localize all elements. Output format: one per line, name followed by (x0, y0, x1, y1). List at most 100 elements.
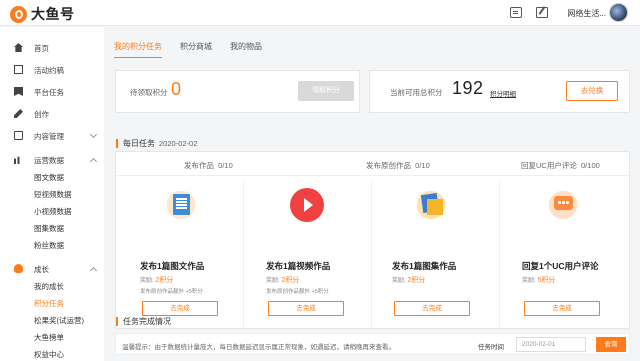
total-points-card: 当前可用总积分 192 积分明细 去兑换 (369, 70, 630, 113)
sidebar-item-rankings[interactable]: 大鱼榜单 (0, 329, 104, 345)
daily-tasks-title: 每日任务 (123, 139, 155, 148)
task-card: 发布1篇图文作品 奖励: 2积分 发布原创作品额外 +5积分 去完成 (116, 180, 244, 328)
sidebar-item-pinecone-award[interactable]: 松果奖(试运营) (0, 312, 104, 328)
home-icon (14, 43, 23, 52)
top-bar: 大鱼号 网络生活... (0, 0, 640, 26)
complete-task-button[interactable]: 去完成 (524, 301, 600, 316)
sidebar-item-points-tasks[interactable]: 积分任务 (0, 295, 104, 311)
claim-points-button[interactable]: 领取积分 (298, 81, 354, 101)
task-title: 发布1篇图集作品 (392, 261, 457, 271)
redeem-button[interactable]: 去兑换 (566, 81, 618, 101)
sidebar: 首页 活动约稿 平台任务 创作 内容管理 运营数据 图文数据 短视频数据 小视频… (0, 27, 104, 361)
sidebar-item-data[interactable]: 运营数据 (0, 152, 104, 168)
completion-heading: 任务完成情况 (116, 316, 171, 327)
sidebar-item-benefits[interactable]: 权益中心 (0, 346, 104, 361)
daily-tasks-heading: 每日任务 2020-02-02 (116, 138, 197, 149)
category-progress: 0/100 (581, 161, 600, 170)
logo[interactable]: 大鱼号 (10, 4, 75, 24)
task-category-row: 发布作品 0/10 发布原创作品 0/10 回复UC用户评论 0/100 (116, 152, 631, 176)
sidebar-item-activity[interactable]: 活动约稿 (0, 62, 104, 78)
fish-logo-icon (10, 5, 27, 23)
sidebar-item-label: 小视频数据 (34, 206, 72, 216)
reward-amount: 5积分 (537, 277, 556, 284)
article-icon (164, 188, 198, 222)
task-reward: 奖励: 5积分 (522, 275, 555, 285)
sidebar-item-article-data[interactable]: 图文数据 (0, 169, 104, 185)
avatar[interactable] (609, 3, 628, 22)
sidebar-item-mini-video-data[interactable]: 小视频数据 (0, 203, 104, 219)
sidebar-item-gallery-data[interactable]: 图集数据 (0, 220, 104, 236)
sidebar-item-fans-data[interactable]: 粉丝数据 (0, 237, 104, 253)
video-play-icon (290, 188, 324, 222)
task-card: 发布1篇视频作品 奖励: 2积分 发布原创作品额外 +5积分 去完成 (244, 180, 372, 328)
task-reward: 奖励: 2积分 (266, 275, 299, 285)
total-points-value: 192 (452, 78, 484, 98)
points-detail-link[interactable]: 积分明细 (490, 88, 516, 98)
category-name: 发布作品 (184, 161, 214, 170)
reward-prefix: 奖励: (140, 278, 154, 284)
category-name: 发布原创作品 (366, 161, 411, 170)
tab-my-points-tasks[interactable]: 我的积分任务 (114, 41, 162, 58)
task-extra: 发布原创作品额外 +5积分 (266, 289, 329, 295)
sidebar-item-label: 短视频数据 (34, 189, 72, 199)
sidebar-item-label: 创作 (34, 109, 49, 119)
sidebar-item-label: 积分任务 (34, 298, 64, 308)
completion-title: 任务完成情况 (123, 317, 171, 326)
sidebar-item-label: 松果奖(试运营) (34, 315, 84, 325)
sidebar-item-create[interactable]: 创作 (0, 106, 104, 122)
query-button[interactable]: 查询 (596, 337, 626, 352)
pen-icon (14, 109, 23, 118)
message-icon[interactable] (510, 7, 522, 18)
pending-points-label: 待领取积分 (130, 88, 168, 97)
task-title: 回复1个UC用户评论 (522, 261, 599, 271)
section-accent-bar (116, 139, 118, 148)
daily-tasks-date: 2020-02-02 (159, 139, 198, 148)
sidebar-item-label: 权益中心 (34, 349, 64, 359)
chevron-up-icon (89, 266, 98, 275)
date-picker[interactable]: 2020-02-01 (516, 337, 586, 352)
category-label: 发布作品 0/10 (184, 160, 233, 171)
tab-my-items[interactable]: 我的物品 (230, 41, 262, 58)
reward-prefix: 奖励: (392, 278, 406, 284)
sidebar-item-short-video-data[interactable]: 短视频数据 (0, 186, 104, 202)
username[interactable]: 网络生活... (567, 8, 606, 19)
gallery-icon (414, 188, 448, 222)
sidebar-item-label: 图文数据 (34, 172, 64, 182)
sidebar-item-label: 图集数据 (34, 223, 64, 233)
query-bar: 温馨提示：由于数据统计量庞大，每日数据延迟显示属正常现象，如遇延迟，请稍晚再来查… (115, 333, 630, 355)
task-reward: 奖励: 2积分 (392, 275, 425, 285)
sidebar-item-label: 活动约稿 (34, 65, 64, 75)
sidebar-item-label: 大鱼榜单 (34, 332, 64, 342)
complete-task-button[interactable]: 去完成 (394, 301, 470, 316)
sidebar-item-label: 成长 (34, 264, 49, 274)
sidebar-item-home[interactable]: 首页 (0, 40, 104, 56)
activity-icon (14, 65, 23, 74)
sidebar-item-growth[interactable]: 成长 (0, 261, 104, 277)
tab-points-mall[interactable]: 积分商城 (180, 41, 212, 58)
task-time-label: 任务时间 (478, 344, 504, 351)
content-icon (14, 131, 23, 140)
complete-task-button[interactable]: 去完成 (268, 301, 344, 316)
tab-bar: 我的积分任务 积分商城 我的物品 (114, 41, 280, 58)
category-progress: 0/10 (218, 161, 233, 170)
task-card: 发布1篇图集作品 奖励: 2积分 去完成 (372, 180, 500, 328)
comment-icon (546, 188, 580, 222)
pending-points-card: 待领取积分 0 领取积分 (115, 70, 360, 113)
daily-tasks-card: 发布作品 0/10 发布原创作品 0/10 回复UC用户评论 0/100 发布1… (115, 151, 631, 329)
sidebar-item-label: 首页 (34, 43, 49, 53)
task-title: 发布1篇视频作品 (266, 261, 331, 271)
sidebar-item-content[interactable]: 内容管理 (0, 128, 104, 144)
complete-task-button[interactable]: 去完成 (142, 301, 218, 316)
sidebar-item-label: 内容管理 (34, 131, 64, 141)
edit-icon[interactable] (536, 7, 548, 18)
task-extra: 发布原创作品额外 +5积分 (140, 289, 203, 295)
sidebar-item-my-growth[interactable]: 我的成长 (0, 278, 104, 294)
category-name: 回复UC用户评论 (521, 161, 577, 170)
category-label: 回复UC用户评论 0/100 (521, 160, 600, 171)
sidebar-item-label: 平台任务 (34, 87, 64, 97)
main-content: 我的积分任务 积分商城 我的物品 待领取积分 0 领取积分 当前可用总积分 19… (104, 27, 640, 361)
chevron-up-icon (89, 157, 98, 166)
sidebar-item-label: 粉丝数据 (34, 240, 64, 250)
chevron-down-icon (89, 130, 98, 139)
sidebar-item-platform-tasks[interactable]: 平台任务 (0, 84, 104, 100)
